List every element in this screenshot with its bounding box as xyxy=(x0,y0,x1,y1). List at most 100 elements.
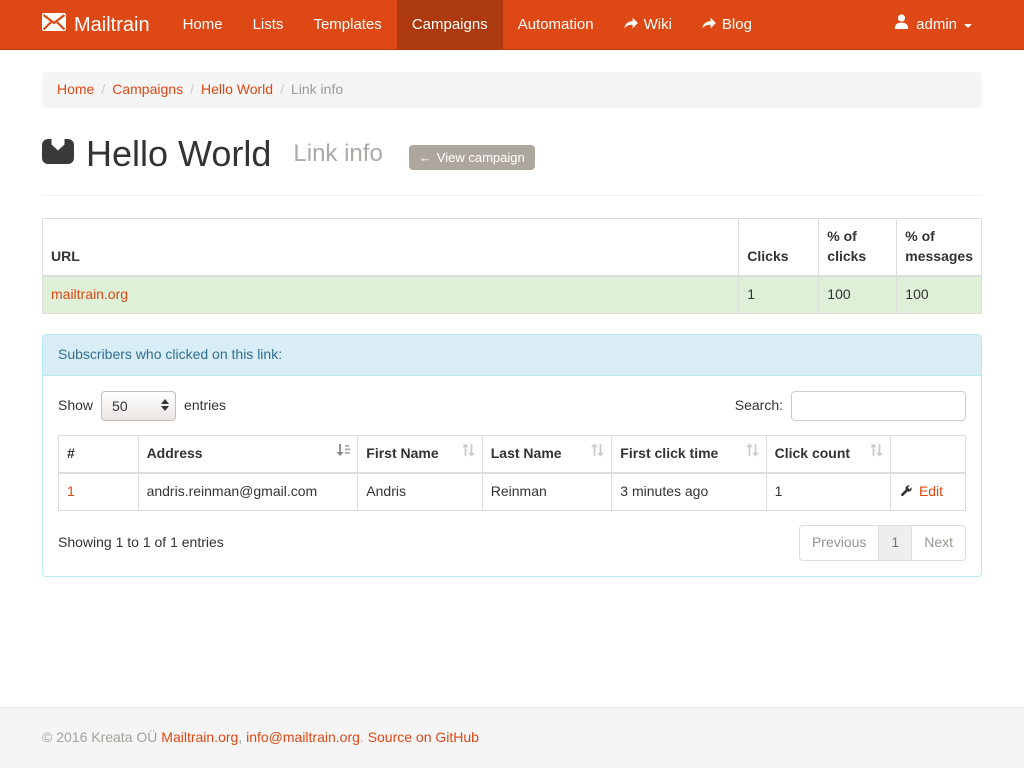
nav-item-blog[interactable]: Blog xyxy=(687,0,767,50)
nav-item-home[interactable]: Home xyxy=(168,0,238,50)
footer-separator: . xyxy=(360,729,364,745)
inbox-icon xyxy=(42,128,74,179)
nav-item-templates[interactable]: Templates xyxy=(298,0,396,50)
col-click-count[interactable]: Click count xyxy=(766,436,890,473)
page-header: Hello World Link info ← View campaign xyxy=(42,128,982,196)
mailtrain-org-link[interactable]: Mailtrain.org xyxy=(161,729,238,745)
cell-first-click: 3 minutes ago xyxy=(612,473,766,510)
view-campaign-label: View campaign xyxy=(437,150,525,165)
page-footer: © 2016 Kreata OÜ Mailtrain.org, info@mai… xyxy=(0,707,1024,768)
col-pct-messages: % of messages xyxy=(897,219,982,276)
email-link[interactable]: info@mailtrain.org xyxy=(246,729,360,745)
nav-item-lists[interactable]: Lists xyxy=(238,0,299,50)
table-row: mailtrain.org 1 100 100 xyxy=(43,276,982,313)
col-first-name[interactable]: First Name xyxy=(358,436,482,473)
sort-asc-icon xyxy=(336,443,351,463)
breadcrumb-home[interactable]: Home xyxy=(57,81,94,97)
cell-address: andris.reinman@gmail.com xyxy=(138,473,358,510)
breadcrumb-current: Link info xyxy=(291,81,343,97)
cell-pct-clicks: 100 xyxy=(819,276,897,313)
col-actions xyxy=(891,436,966,473)
nav-label: Templates xyxy=(313,14,381,35)
subscribers-panel: Subscribers who clicked on this link: Sh… xyxy=(42,334,982,577)
main-nav: Home Lists Templates Campaigns Automatio… xyxy=(168,0,767,50)
top-navbar: Mailtrain Home Lists Templates Campaigns… xyxy=(0,0,1024,50)
cell-click-count: 1 xyxy=(766,473,890,510)
cell-first-name: Andris xyxy=(358,473,482,510)
subscribers-header-row: # Address xyxy=(59,436,966,473)
panel-body: Show 50 entries Search: xyxy=(43,376,981,576)
subscriber-index-link[interactable]: 1 xyxy=(67,483,75,499)
nav-label: Campaigns xyxy=(412,14,488,35)
envelope-icon xyxy=(42,11,66,40)
nav-label: Automation xyxy=(518,14,594,35)
pagination: Previous 1 Next xyxy=(799,525,966,561)
links-table: URL Clicks % of clicks % of messages mai… xyxy=(42,218,982,314)
page-length-select[interactable]: 50 xyxy=(101,391,176,421)
user-name: admin xyxy=(916,14,957,35)
view-campaign-button[interactable]: ← View campaign xyxy=(409,145,535,170)
edit-link[interactable]: Edit xyxy=(919,483,943,499)
forward-arrow-icon xyxy=(624,14,638,35)
forward-arrow-icon xyxy=(702,14,716,35)
nav-item-automation[interactable]: Automation xyxy=(503,0,609,50)
chevron-down-icon xyxy=(964,24,972,28)
col-address[interactable]: Address xyxy=(138,436,358,473)
sort-both-icon xyxy=(590,443,605,463)
breadcrumb-separator: / xyxy=(101,81,105,97)
link-url[interactable]: mailtrain.org xyxy=(51,286,128,302)
search-control: Search: xyxy=(735,391,966,421)
page-length-control: Show 50 entries xyxy=(58,391,226,421)
nav-spacer xyxy=(767,0,884,50)
col-pct-clicks: % of clicks xyxy=(819,219,897,276)
datatable-footer: Showing 1 to 1 of 1 entries Previous 1 N… xyxy=(58,525,966,561)
left-arrow-icon: ← xyxy=(419,150,432,165)
user-icon xyxy=(894,14,909,35)
breadcrumb-campaigns[interactable]: Campaigns xyxy=(112,81,183,97)
pagination-next[interactable]: Next xyxy=(911,525,966,561)
col-url: URL xyxy=(43,219,739,276)
campaign-name: Hello World xyxy=(86,128,271,179)
search-label: Search: xyxy=(735,396,783,416)
page-subtitle: Link info xyxy=(293,137,382,171)
col-index[interactable]: # xyxy=(59,436,139,473)
cell-last-name: Reinman xyxy=(482,473,612,510)
cell-pct-messages: 100 xyxy=(897,276,982,313)
nav-item-wiki[interactable]: Wiki xyxy=(609,0,687,50)
panel-title: Subscribers who clicked on this link: xyxy=(43,335,981,376)
cell-clicks: 1 xyxy=(739,276,819,313)
col-first-click-time[interactable]: First click time xyxy=(612,436,766,473)
nav-label: Blog xyxy=(722,14,752,35)
links-table-header-row: URL Clicks % of clicks % of messages xyxy=(43,219,982,276)
table-row: 1 andris.reinman@gmail.com Andris Reinma… xyxy=(59,473,966,510)
wrench-icon xyxy=(899,483,919,499)
source-github-link[interactable]: Source on GitHub xyxy=(368,729,479,745)
footer-separator: , xyxy=(238,729,242,745)
col-last-name[interactable]: Last Name xyxy=(482,436,612,473)
entries-info: Showing 1 to 1 of 1 entries xyxy=(58,525,224,553)
entries-label: entries xyxy=(184,396,226,416)
breadcrumb-hello-world[interactable]: Hello World xyxy=(201,81,273,97)
pagination-previous[interactable]: Previous xyxy=(799,525,879,561)
search-input[interactable] xyxy=(791,391,966,421)
breadcrumb-separator: / xyxy=(280,81,284,97)
sort-both-icon xyxy=(461,443,476,463)
nav-label: Wiki xyxy=(644,14,672,35)
subscribers-table: # Address xyxy=(58,435,966,511)
pagination-page-1[interactable]: 1 xyxy=(878,525,912,561)
sort-both-icon xyxy=(745,443,760,463)
col-clicks: Clicks xyxy=(739,219,819,276)
brand-mailtrain[interactable]: Mailtrain xyxy=(42,0,168,50)
user-menu-admin[interactable]: admin xyxy=(884,0,982,50)
nav-label: Home xyxy=(183,14,223,35)
breadcrumb: Home / Campaigns / Hello World / Link info xyxy=(42,72,982,108)
brand-label: Mailtrain xyxy=(74,11,150,40)
datatable-controls: Show 50 entries Search: xyxy=(58,391,966,421)
page-title: Hello World Link info ← View campaign xyxy=(42,128,535,179)
nav-label: Lists xyxy=(253,14,284,35)
show-label: Show xyxy=(58,396,93,416)
sort-both-icon xyxy=(869,443,884,463)
nav-item-campaigns[interactable]: Campaigns xyxy=(397,0,503,50)
breadcrumb-separator: / xyxy=(190,81,194,97)
copyright-text: © 2016 Kreata OÜ xyxy=(42,729,157,745)
